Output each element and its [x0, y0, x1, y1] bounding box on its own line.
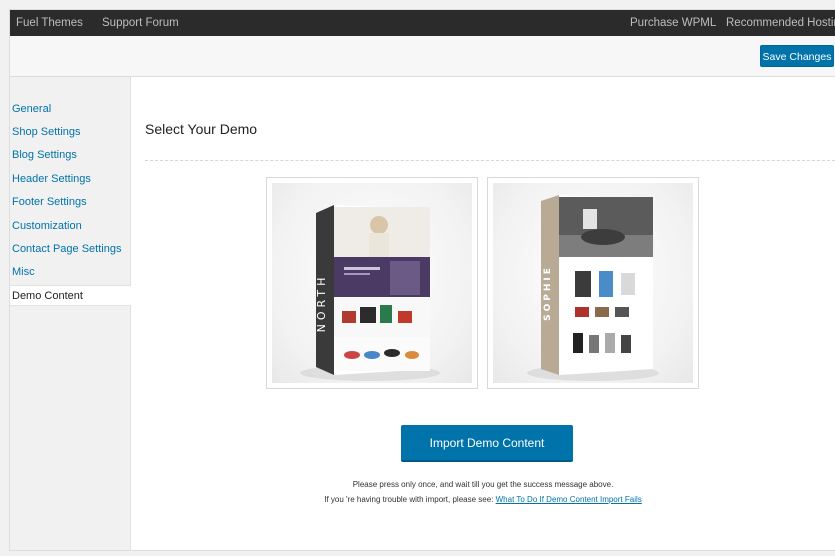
sidebar-item-footer-settings[interactable]: Footer Settings — [10, 192, 130, 213]
demo-card-sophie[interactable]: SOPHIE — [487, 177, 699, 389]
import-fails-help-link[interactable]: What To Do If Demo Content Import Fails — [496, 495, 642, 504]
north-box-image: NORTH — [300, 205, 440, 381]
recommended-hosting-link[interactable]: Recommended Hosting — [726, 17, 835, 29]
sidebar: General Shop Settings Blog Settings Head… — [10, 77, 131, 550]
import-demo-content-button[interactable]: Import Demo Content — [401, 425, 573, 462]
sidebar-item-shop-settings[interactable]: Shop Settings — [10, 122, 130, 143]
import-instruction: Please press only once, and wait till yo… — [352, 480, 614, 489]
demo-thumbnail-north: NORTH — [272, 183, 472, 383]
divider — [145, 160, 835, 161]
action-bar: Save Changes — [10, 36, 835, 77]
sidebar-item-blog-settings[interactable]: Blog Settings — [10, 145, 130, 166]
fuel-themes-link[interactable]: Fuel Themes — [16, 17, 83, 29]
demo-thumbnail-sophie: SOPHIE — [493, 183, 693, 383]
sidebar-item-header-settings[interactable]: Header Settings — [10, 169, 130, 190]
north-spine-label: NORTH — [315, 274, 328, 333]
top-bar: Fuel Themes Support Forum Purchase WPML … — [10, 10, 835, 36]
support-forum-link[interactable]: Support Forum — [102, 17, 179, 29]
import-help-text: If you 're having trouble with import, p… — [131, 495, 835, 504]
demo-card-north[interactable]: NORTH — [266, 177, 478, 389]
page-title: Select Your Demo — [145, 121, 258, 137]
main-content: Select Your Demo NORTH SOPHIE Import Dem… — [131, 77, 835, 550]
options-panel: Fuel Themes Support Forum Purchase WPML … — [10, 10, 835, 550]
sidebar-item-customization[interactable]: Customization — [10, 216, 130, 237]
sidebar-item-contact-page-settings[interactable]: Contact Page Settings — [10, 239, 130, 260]
import-help-prefix: If you 're having trouble with import, p… — [324, 495, 494, 504]
sophie-box-image: SOPHIE — [527, 195, 659, 381]
sidebar-item-misc[interactable]: Misc — [10, 262, 130, 283]
sidebar-item-general[interactable]: General — [10, 99, 130, 120]
save-changes-button[interactable]: Save Changes — [760, 45, 834, 67]
purchase-wpml-link[interactable]: Purchase WPML — [630, 17, 716, 29]
sophie-spine-label: SOPHIE — [543, 265, 553, 321]
sidebar-item-demo-content[interactable]: Demo Content — [10, 285, 131, 306]
